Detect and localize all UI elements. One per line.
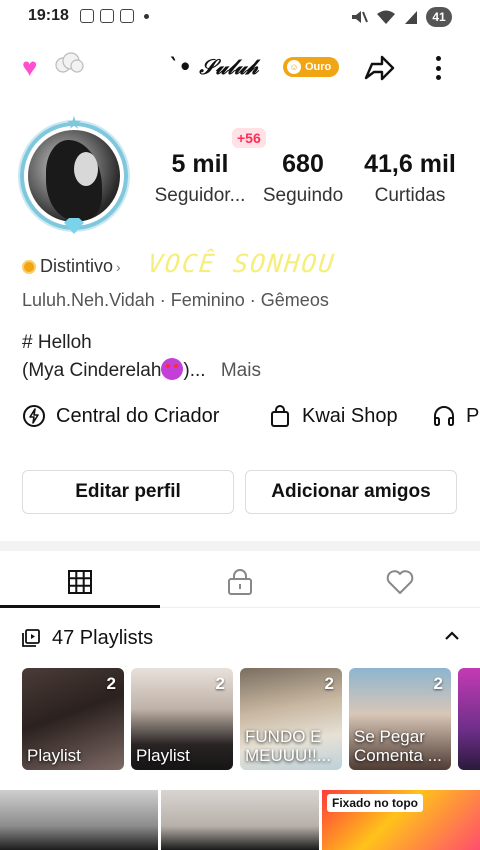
distinction-label: Distintivo [40, 256, 114, 276]
status-bar: 19:18 41 [0, 0, 480, 34]
playlist-label: Playlist [136, 746, 190, 765]
bio-more-link[interactable]: Mais [221, 360, 261, 381]
playlists-title: 47 Playlists [52, 626, 154, 649]
new-followers-badge: +56 [232, 128, 266, 148]
mute-icon [352, 11, 368, 23]
battery-icon: 41 [426, 7, 452, 27]
creator-shortcuts: Central do Criador Kwai Shop P [22, 404, 480, 436]
bio-text: (Mya Cinderelah [22, 360, 162, 381]
lock-icon [228, 569, 252, 595]
likes-stat[interactable]: 41,6 mil Curtidas [355, 150, 465, 207]
share-icon[interactable] [362, 52, 396, 84]
gold-tier-label: Ouro [305, 61, 332, 73]
playlist-count: 2 [106, 674, 116, 693]
playlist-card[interactable]: 2 FUNDO E MEUUU!!... [240, 668, 342, 770]
shortcut-podcast[interactable]: P [432, 404, 479, 428]
shortcut-podcast-label: P [466, 404, 480, 427]
cloud-icon [55, 52, 84, 73]
section-divider [0, 541, 480, 551]
status-notification-icons [80, 9, 149, 23]
shortcut-creator-center[interactable]: Central do Criador [22, 404, 219, 428]
grid-icon [68, 570, 92, 594]
edit-profile-button[interactable]: Editar perfil [22, 470, 234, 514]
tab-grid[interactable] [0, 556, 160, 608]
headphones-icon [434, 406, 454, 426]
media-icon [120, 9, 134, 23]
video-thumbnail[interactable] [0, 790, 158, 850]
cell-signal-icon [405, 11, 417, 24]
avatar-image [28, 130, 120, 222]
chevron-right-icon: › [116, 258, 121, 275]
bio-line-1: # Helloh [22, 332, 92, 353]
add-friends-button[interactable]: Adicionar amigos [245, 470, 457, 514]
content-tabs [0, 556, 480, 608]
pink-heart-icon: ♥ [22, 52, 38, 82]
followers-count: 5 mil [171, 150, 229, 178]
status-time: 19:18 [28, 7, 69, 24]
likes-count: 41,6 mil [364, 150, 456, 178]
dream-sticker-text: VOCÊ SONHOU [146, 249, 338, 278]
heart-outline-icon [386, 570, 414, 594]
profile-username: `• 𝒮𝓊𝓁𝓊𝒽 [168, 54, 259, 79]
following-stat[interactable]: 680 Seguindo [255, 150, 351, 207]
status-system-icons: 41 [350, 7, 452, 27]
signal-icon [80, 9, 94, 23]
playlist-card[interactable] [458, 668, 480, 770]
likes-label: Curtidas [374, 185, 446, 206]
heart-eyes-cat-icon [161, 358, 184, 380]
shortcut-shop-label: Kwai Shop [302, 404, 398, 427]
chevron-up-icon[interactable] [442, 626, 462, 646]
playlist-card[interactable]: 2 Playlist [22, 668, 124, 770]
playlist-count: 2 [215, 674, 225, 693]
playlist-card[interactable]: 2 Playlist [131, 668, 233, 770]
playlist-count: 2 [433, 674, 443, 693]
bolt-circle-icon [23, 405, 45, 427]
gold-tier-badge[interactable]: ☺ Ouro [283, 57, 340, 77]
bio-ellipsis: )... [183, 360, 206, 381]
tab-liked[interactable] [320, 556, 480, 608]
coin-icon [22, 259, 36, 274]
playlist-label: FUNDO E MEUUU!!... [245, 727, 331, 765]
profile-top-bar: ♥ `• 𝒮𝓊𝓁𝓊𝒽 ☺ Ouro [0, 44, 480, 92]
followers-stat[interactable]: 5 mil Seguidor... [145, 150, 255, 207]
playlist-card[interactable]: 2 Se Pegar Comenta ... [349, 668, 451, 770]
shopping-bag-icon [271, 405, 289, 427]
playlist-count: 2 [324, 674, 334, 693]
following-label: Seguindo [262, 185, 344, 206]
distinction-link[interactable]: Distintivo › [22, 256, 121, 277]
bio-line-2: (Mya Cinderelah)... Mais [22, 358, 261, 382]
profile-info: Luluh.Neh.Vidah · Feminino · Gêmeos [22, 290, 329, 310]
screen-record-icon [100, 9, 114, 23]
playlists-header[interactable]: 47 Playlists [22, 624, 462, 652]
followers-label: Seguidor... [154, 185, 246, 206]
pinned-badge: Fixado no topo [327, 794, 423, 812]
playlists-carousel: 2 Playlist 2 Playlist 2 FUNDO E MEUUU!!.… [22, 668, 480, 770]
playlist-label: Playlist [27, 746, 81, 765]
wifi-icon [377, 10, 395, 24]
video-thumbnail[interactable] [161, 790, 319, 850]
tab-private[interactable] [160, 556, 320, 608]
avatar[interactable] [20, 116, 128, 234]
following-count: 680 [282, 150, 324, 178]
active-tab-indicator [0, 605, 160, 608]
more-options-icon[interactable] [426, 52, 450, 84]
playlist-label: Se Pegar Comenta ... [354, 727, 442, 765]
shortcut-kwai-shop[interactable]: Kwai Shop [268, 404, 398, 428]
frame-gem-icon [64, 218, 84, 234]
more-notifications-icon [144, 13, 149, 19]
playlist-icon [22, 629, 40, 647]
smile-badge-icon: ☺ [287, 60, 301, 74]
shortcut-creator-label: Central do Criador [56, 404, 220, 427]
